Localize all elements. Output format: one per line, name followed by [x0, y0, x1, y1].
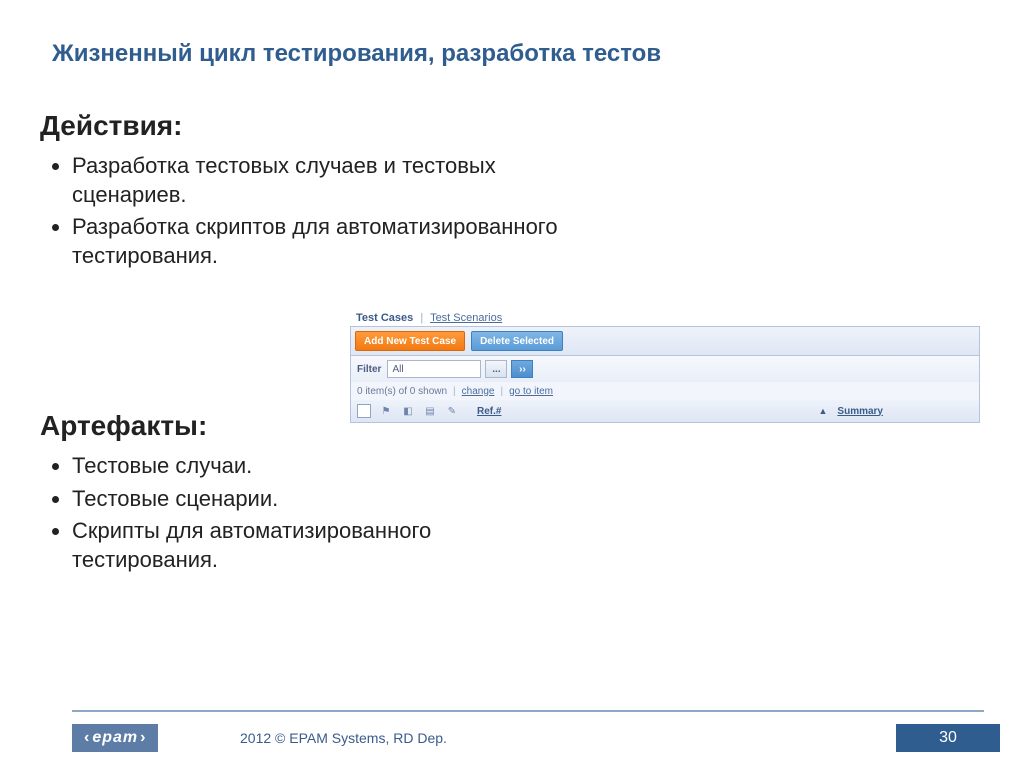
filter-more-button[interactable]: ...	[485, 360, 507, 378]
actions-list: Разработка тестовых случаев и тестовых с…	[48, 152, 560, 270]
tab-bar: Test Cases | Test Scenarios	[350, 312, 980, 326]
slide-title: Жизненный цикл тестирования, разработка …	[52, 40, 661, 68]
status-sep: |	[453, 386, 456, 397]
footer-rule	[72, 710, 984, 712]
page-number: 30	[896, 724, 1000, 752]
filter-select[interactable]: All	[387, 360, 481, 378]
tab-test-scenarios[interactable]: Test Scenarios	[430, 312, 502, 324]
toolbar: Add New Test Case Delete Selected	[350, 326, 980, 356]
tab-test-cases[interactable]: Test Cases	[356, 312, 413, 324]
artefacts-list: Тестовые случаи. Тестовые сценарии. Скри…	[48, 452, 560, 574]
filter-bar: Filter All ... ››	[350, 356, 980, 382]
test-cases-panel: Test Cases | Test Scenarios Add New Test…	[350, 312, 980, 423]
status-bar: 0 item(s) of 0 shown | change | go to it…	[350, 382, 980, 400]
footer: epam 2012 © EPAM Systems, RD Dep. 30	[0, 718, 1024, 768]
artefacts-item: Скрипты для автоматизированного тестиров…	[72, 517, 560, 574]
page-icon: ▤	[423, 404, 437, 418]
actions-item: Разработка тестовых случаев и тестовых с…	[72, 152, 560, 209]
logo-epam: epam	[72, 724, 158, 752]
column-summary[interactable]: Summary	[837, 406, 883, 417]
change-link[interactable]: change	[462, 386, 495, 397]
artefacts-item: Тестовые случаи.	[72, 452, 560, 481]
attach-icon: ✎	[445, 404, 459, 418]
flag-icon: ⚑	[379, 404, 393, 418]
actions-heading: Действия:	[40, 110, 560, 142]
tab-separator: |	[416, 312, 427, 324]
column-ref[interactable]: Ref.#	[477, 406, 501, 417]
table-header: ⚑ ◧ ▤ ✎ Ref.# ▲ Summary	[350, 400, 980, 423]
note-icon: ◧	[401, 404, 415, 418]
copyright: 2012 © EPAM Systems, RD Dep.	[240, 730, 447, 746]
go-to-item-link[interactable]: go to item	[509, 386, 553, 397]
filter-label: Filter	[355, 364, 383, 375]
select-all-checkbox[interactable]	[357, 404, 371, 418]
actions-section: Действия: Разработка тестовых случаев и …	[40, 110, 560, 274]
delete-selected-button[interactable]: Delete Selected	[471, 331, 563, 351]
artefacts-item: Тестовые сценарии.	[72, 485, 560, 514]
add-test-case-button[interactable]: Add New Test Case	[355, 331, 465, 351]
status-count: 0 item(s) of 0 shown	[357, 386, 447, 397]
slide: Жизненный цикл тестирования, разработка …	[0, 0, 1024, 768]
filter-apply-button[interactable]: ››	[511, 360, 533, 378]
actions-item: Разработка скриптов для автоматизированн…	[72, 213, 560, 270]
status-sep: |	[500, 386, 503, 397]
artefacts-section: Артефакты: Тестовые случаи. Тестовые сце…	[40, 410, 560, 578]
sort-arrow-icon: ▲	[819, 406, 828, 416]
